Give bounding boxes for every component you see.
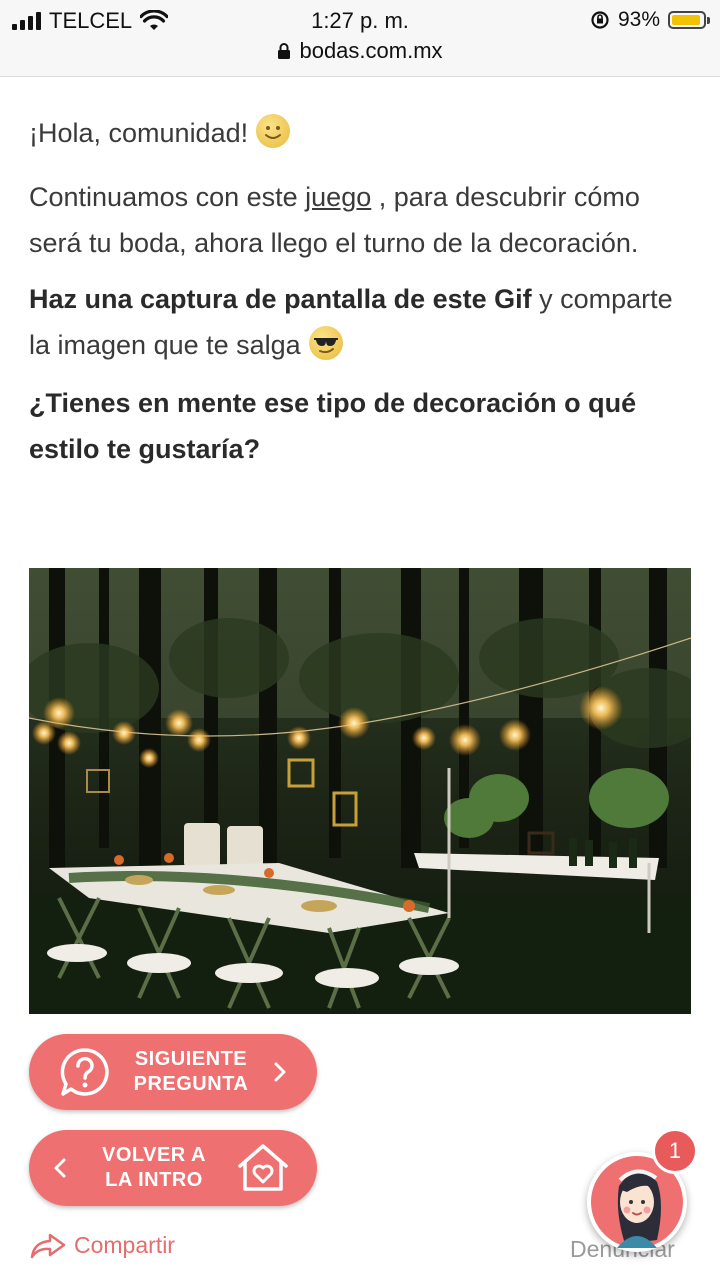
intro-paragraph: Continuamos con este juego , para descub… [29, 174, 691, 266]
status-right: 93% [590, 8, 710, 32]
question-icon [60, 1048, 109, 1096]
wedding-decoration-image [29, 568, 691, 1014]
next-label-line2: PREGUNTA [133, 1073, 249, 1095]
orientation-lock-icon [591, 11, 609, 29]
share-label: Compartir [74, 1232, 175, 1258]
back-label-line2: LA INTRO [105, 1169, 203, 1191]
next-label-line1: SIGUIENTE [134, 1048, 248, 1070]
smile-emoji [256, 114, 291, 148]
post-body: ¡Hola, comunidad! Continuamos con este j… [29, 110, 691, 472]
address-bar[interactable]: bodas.com.mx [0, 38, 720, 64]
status-bar: TELCEL 1:27 p. m. 93% bodas.com.mx [0, 0, 720, 77]
battery-icon [668, 11, 710, 29]
share-icon [30, 1233, 66, 1258]
share-button[interactable]: Compartir [30, 1232, 175, 1259]
battery-percent: 93% [617, 8, 660, 31]
question-paragraph: ¿Tienes en mente ese tipo de decoración … [29, 380, 691, 472]
url-text: bodas.com.mx [299, 38, 443, 63]
back-to-intro-button[interactable]: VOLVER A LA INTRO [29, 1130, 317, 1206]
instruction-paragraph: Haz una captura de pantalla de este Gif … [29, 276, 691, 368]
lock-icon [278, 43, 291, 59]
chevron-right-icon [274, 1062, 286, 1082]
greeting-paragraph: ¡Hola, comunidad! [29, 110, 691, 156]
question-text: ¿Tienes en mente ese tipo de decoración … [29, 388, 637, 464]
instruction-bold: Haz una captura de pantalla de este Gif [29, 284, 532, 314]
back-label-line1: VOLVER A [101, 1144, 206, 1166]
chevron-left-icon [54, 1158, 66, 1178]
game-link[interactable]: juego [305, 182, 371, 212]
next-question-button[interactable]: SIGUIENTE PREGUNTA [29, 1034, 317, 1110]
home-heart-icon [238, 1144, 288, 1191]
greeting-text: ¡Hola, comunidad! [29, 118, 249, 148]
intro-text-start: Continuamos con este [29, 182, 306, 212]
sunglasses-emoji [308, 326, 343, 360]
notification-badge: 1 [652, 1128, 698, 1174]
